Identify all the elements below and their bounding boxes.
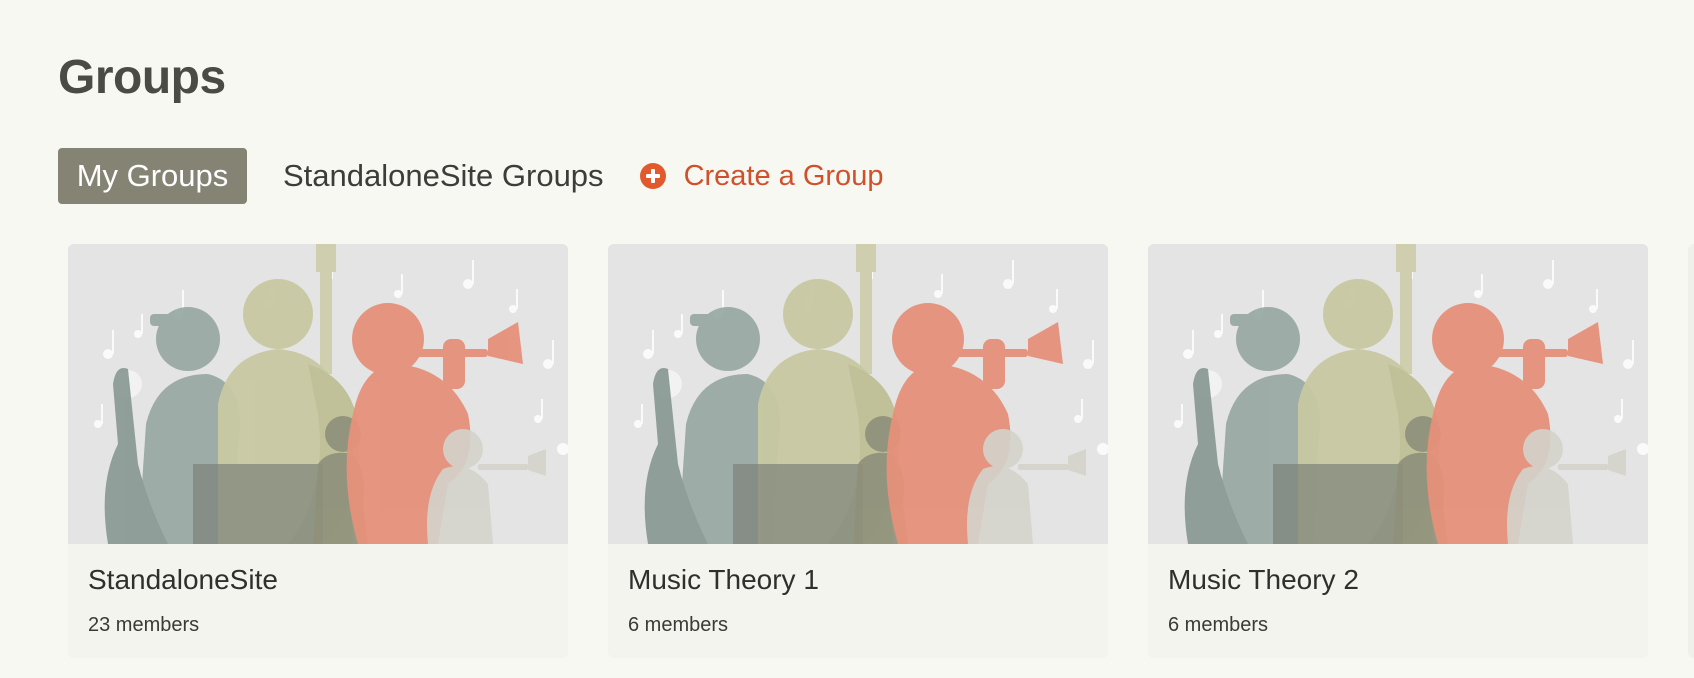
groups-page: Groups My Groups StandaloneSite Groups C… <box>0 0 1694 678</box>
group-cover-image <box>608 244 1108 544</box>
group-name[interactable]: Music Theory 2 <box>1168 564 1359 596</box>
group-name[interactable]: Music Theory 1 <box>628 564 819 596</box>
group-tabs: My Groups StandaloneSite Groups Create a… <box>58 148 883 204</box>
group-card[interactable]: StandaloneSite 23 members <box>68 244 568 658</box>
group-card[interactable]: Music Theory 2 6 members <box>1148 244 1648 658</box>
group-member-count: 6 members <box>1168 614 1269 636</box>
create-group-label: Create a Group <box>683 159 884 192</box>
tab-my-groups[interactable]: My Groups <box>58 148 247 204</box>
group-card-list: StandaloneSite 23 members Music Theory 1… <box>68 244 1694 664</box>
group-cover-image <box>68 244 568 544</box>
group-card[interactable]: Music Theory 1 6 members <box>608 244 1108 658</box>
group-member-count: 23 members <box>88 614 200 636</box>
group-name[interactable]: StandaloneSite <box>88 564 278 596</box>
group-card-partial[interactable] <box>1688 244 1694 658</box>
create-group-link[interactable]: Create a Group <box>639 159 884 193</box>
group-cover-image <box>1148 244 1648 544</box>
page-title: Groups <box>58 51 226 104</box>
tab-site-groups[interactable]: StandaloneSite Groups <box>283 148 604 204</box>
plus-circle-icon <box>639 163 666 189</box>
group-member-count: 6 members <box>628 614 729 636</box>
